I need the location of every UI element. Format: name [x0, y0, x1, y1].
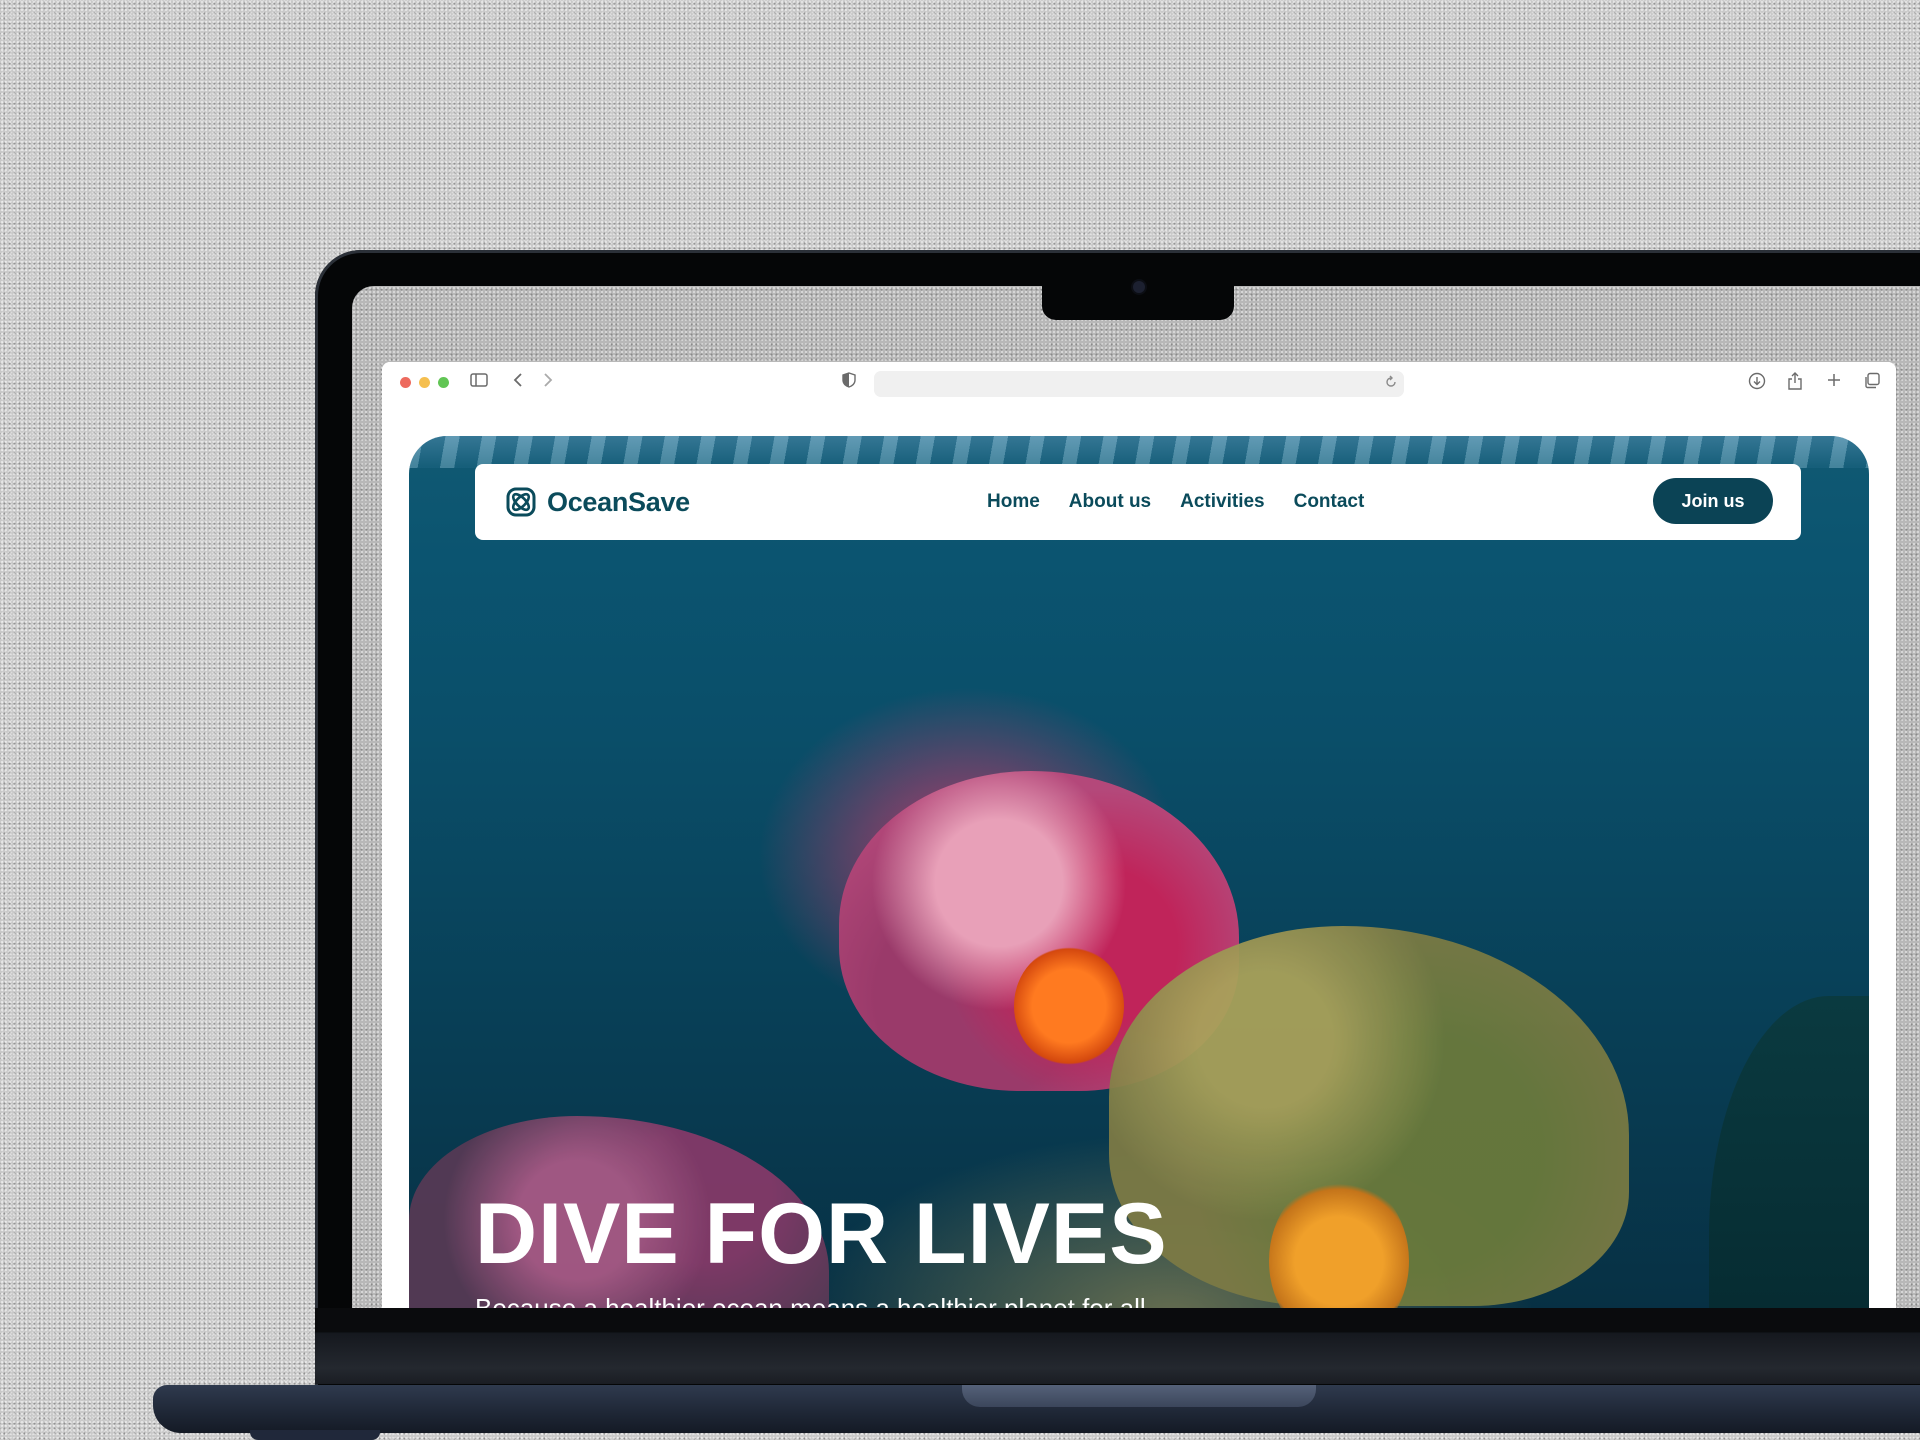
share-icon[interactable] [1787, 372, 1803, 397]
plus-icon[interactable] [1826, 372, 1842, 395]
address-bar[interactable] [874, 371, 1404, 397]
reload-icon[interactable] [1384, 374, 1398, 395]
close-window-button[interactable] [400, 377, 411, 388]
zoom-window-button[interactable] [438, 377, 449, 388]
main-nav: Home About us Activities Contact [987, 490, 1364, 514]
nav-activities[interactable]: Activities [1180, 490, 1264, 514]
nav-about-us[interactable]: About us [1069, 490, 1151, 514]
coral-orange [1014, 946, 1124, 1066]
shield-icon[interactable] [842, 372, 856, 395]
nav-contact[interactable]: Contact [1294, 490, 1365, 514]
join-us-button[interactable]: Join us [1653, 478, 1773, 524]
brand-name[interactable]: OceanSave [547, 484, 690, 520]
chevron-left-icon[interactable] [512, 372, 524, 395]
laptop-foot [250, 1430, 380, 1440]
chevron-right-icon[interactable] [542, 372, 554, 395]
browser-window: OceanSave Home About us Activities Conta… [382, 362, 1896, 1312]
minimize-window-button[interactable] [419, 377, 430, 388]
laptop-opening-notch [962, 1385, 1316, 1407]
camera-icon [1133, 281, 1145, 293]
oceansave-logo-icon[interactable] [505, 486, 537, 518]
laptop-hinge [315, 1308, 1920, 1384]
nav-home[interactable]: Home [987, 490, 1040, 514]
site-navbar: OceanSave Home About us Activities Conta… [475, 464, 1801, 540]
download-icon[interactable] [1748, 372, 1766, 397]
hero-section: OceanSave Home About us Activities Conta… [409, 436, 1869, 1312]
browser-toolbar [382, 362, 1896, 406]
rock-right [1709, 996, 1869, 1312]
sidebar-toggle-icon[interactable] [470, 372, 488, 395]
hero-title: DIVE FOR LIVES [475, 1186, 1168, 1282]
tabs-overview-icon[interactable] [1863, 372, 1881, 397]
